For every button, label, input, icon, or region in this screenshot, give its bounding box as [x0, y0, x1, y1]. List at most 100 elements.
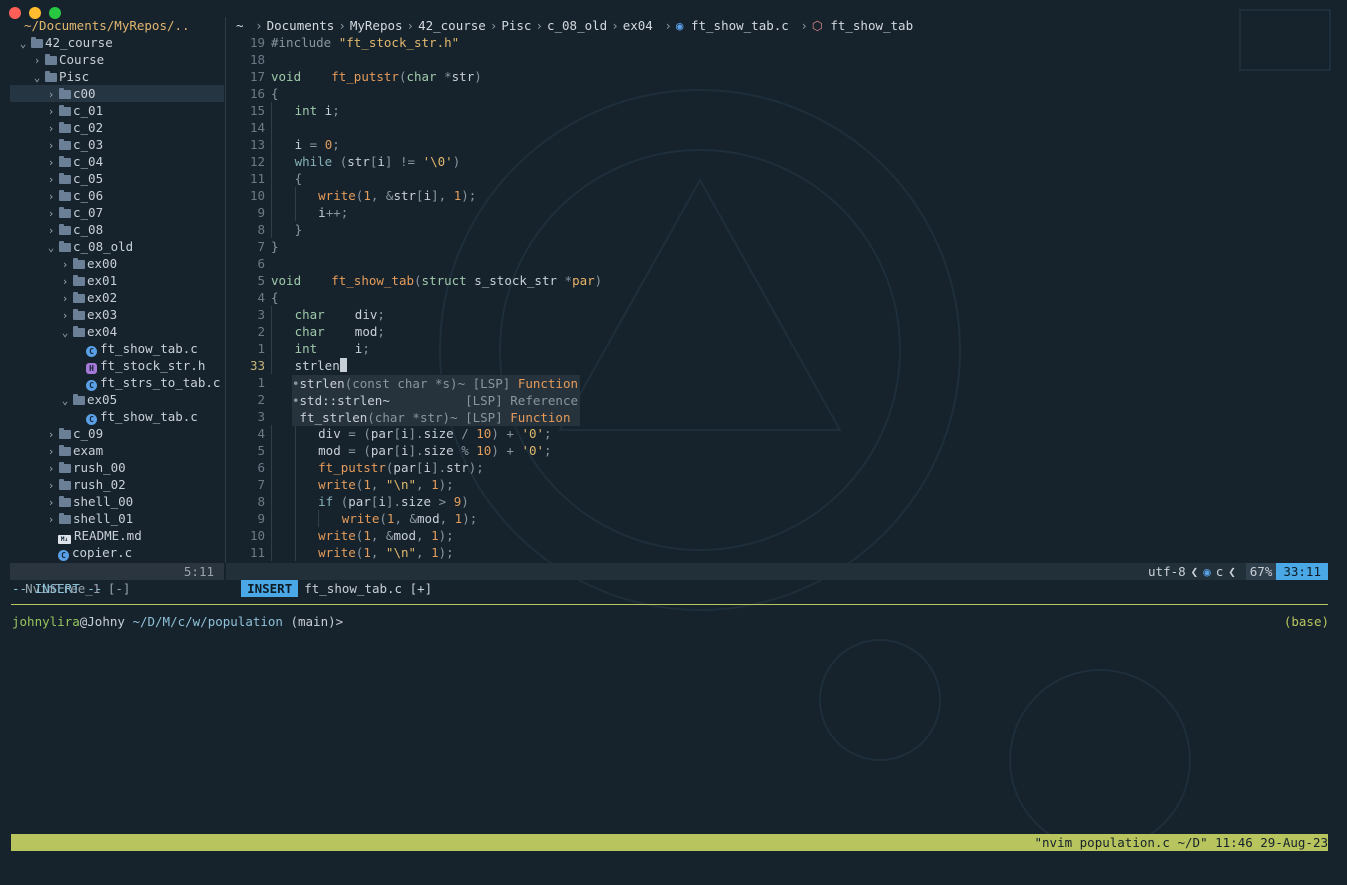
- tree-folder[interactable]: › exam: [10, 442, 224, 459]
- tree-folder[interactable]: › c_05: [10, 170, 224, 187]
- chevron-right-icon[interactable]: ›: [60, 307, 70, 324]
- tree-folder[interactable]: ⌄ Pisc: [10, 68, 224, 85]
- code-line: 10 write(1, &mod, 1);: [226, 527, 1336, 544]
- tree-file[interactable]: Hft_stock_str.h: [10, 357, 224, 374]
- folder-icon: [73, 394, 85, 405]
- completion-menu: •strlen(const char *s)~ [LSP] Function •s…: [292, 375, 580, 426]
- tree-file[interactable]: Cft_strs_to_tab.c: [10, 374, 224, 391]
- status-filename: ft_show_tab.c [+]: [304, 581, 433, 596]
- tree-folder[interactable]: › shell_01: [10, 510, 224, 527]
- chevron-down-icon[interactable]: ⌄: [60, 324, 70, 341]
- tree-folder[interactable]: ⌄ 42_course: [10, 34, 224, 51]
- chevron-right-icon[interactable]: ›: [60, 290, 70, 307]
- folder-icon: [73, 309, 85, 320]
- chevron-right-icon[interactable]: ›: [60, 256, 70, 273]
- completion-item[interactable]: ft_strlen(char *str)~ [LSP] Function: [292, 409, 580, 426]
- tree-folder[interactable]: ⌄ c_08_old: [10, 238, 224, 255]
- chevron-right-icon[interactable]: ›: [46, 171, 56, 188]
- chevron-down-icon[interactable]: ⌄: [18, 35, 28, 52]
- chevron-right-icon: ›: [338, 18, 346, 33]
- completion-item[interactable]: •std::strlen~ [LSP] Reference: [292, 392, 580, 409]
- folder-icon: [59, 513, 71, 524]
- breadcrumb-item[interactable]: MyRepos: [350, 18, 403, 33]
- tree-file[interactable]: Cft_show_tab.c: [10, 408, 224, 425]
- breadcrumb-symbol[interactable]: ft_show_tab: [830, 18, 913, 33]
- tree-folder[interactable]: › ex01: [10, 272, 224, 289]
- tree-folder[interactable]: › c_09: [10, 425, 224, 442]
- tree-folder[interactable]: › c_04: [10, 153, 224, 170]
- breadcrumb-item[interactable]: Pisc: [501, 18, 531, 33]
- chevron-right-icon[interactable]: ›: [60, 273, 70, 290]
- chevron-right-icon[interactable]: ›: [46, 511, 56, 528]
- tree-folder[interactable]: › ex03: [10, 306, 224, 323]
- chevron-right-icon: ›: [664, 18, 672, 33]
- breadcrumb-home[interactable]: ~: [236, 18, 244, 33]
- tree-file[interactable]: Ccopier.c: [10, 544, 224, 561]
- completion-item[interactable]: •strlen(const char *s)~ [LSP] Function: [292, 375, 580, 392]
- code-text: div = (par[i].size / 10) + '0';: [271, 425, 552, 442]
- chevron-right-icon[interactable]: ›: [46, 222, 56, 239]
- tree-folder[interactable]: › c00: [10, 85, 224, 102]
- code-line: 7}: [226, 238, 1336, 255]
- nvim-tree: ~/Documents/MyRepos/.. ⌄ 42_course › Course…: [10, 17, 224, 563]
- tree-folder[interactable]: › rush_00: [10, 459, 224, 476]
- chevron-down-icon[interactable]: ⌄: [32, 69, 42, 86]
- line-number: 6: [257, 460, 265, 475]
- code-editor[interactable]: 19 #include "ft_stock_str.h" 18 17 void ft_p…: [226, 34, 1336, 563]
- tree-folder[interactable]: › c_02: [10, 119, 224, 136]
- chevron-right-icon[interactable]: ›: [46, 137, 56, 154]
- tree-folder[interactable]: › ex02: [10, 289, 224, 306]
- folder-icon: [59, 224, 71, 235]
- breadcrumb-item[interactable]: 42_course: [418, 18, 486, 33]
- tree-folder[interactable]: › c_01: [10, 102, 224, 119]
- folder-icon: [59, 122, 71, 133]
- tree-folder[interactable]: › c_06: [10, 187, 224, 204]
- breadcrumb-item[interactable]: ex04: [623, 18, 653, 33]
- chevron-right-icon[interactable]: ›: [46, 205, 56, 222]
- tree-folder[interactable]: › Course: [10, 51, 224, 68]
- chevron-right-icon[interactable]: ›: [46, 188, 56, 205]
- chevron-right-icon[interactable]: ›: [46, 120, 56, 137]
- chevron-right-icon[interactable]: ›: [46, 154, 56, 171]
- folder-icon: [59, 479, 71, 490]
- chevron-right-icon[interactable]: ›: [46, 103, 56, 120]
- tree-folder[interactable]: › c_03: [10, 136, 224, 153]
- line-number: 2: [257, 392, 265, 407]
- chevron-right-icon: ›: [535, 18, 543, 33]
- chevron-right-icon[interactable]: ›: [46, 494, 56, 511]
- chevron-right-icon[interactable]: ›: [46, 426, 56, 443]
- tree-item-label: exam: [73, 443, 104, 458]
- tree-folder[interactable]: › c_07: [10, 204, 224, 221]
- tree-file[interactable]: Cft_show_tab.c: [10, 340, 224, 357]
- tree-folder[interactable]: › shell_00: [10, 493, 224, 510]
- tree-folder[interactable]: › c_08: [10, 221, 224, 238]
- tree-root-path[interactable]: ~/Documents/MyRepos/..: [10, 17, 224, 34]
- breadcrumb-item[interactable]: c_08_old: [547, 18, 607, 33]
- breadcrumb-item[interactable]: Documents: [267, 18, 335, 33]
- chevron-right-icon[interactable]: ›: [46, 460, 56, 477]
- tree-folder[interactable]: › rush_02: [10, 476, 224, 493]
- breadcrumb-file[interactable]: ft_show_tab.c: [691, 18, 789, 33]
- line-number: 7: [257, 239, 265, 254]
- shell-prompt[interactable]: johnylira@Johny ~/D/M/c/w/population (ma…: [12, 613, 343, 630]
- tree-folder[interactable]: › ex00: [10, 255, 224, 272]
- line-number: 8: [257, 494, 265, 509]
- tree-folder[interactable]: ⌄ ex05: [10, 391, 224, 408]
- tree-folder[interactable]: ⌄ ex04: [10, 323, 224, 340]
- chevron-right-icon[interactable]: ›: [46, 477, 56, 494]
- tmux-windows[interactable]: [NOVA] 0:fish 1:fish 2:nvim* 3:nvim- 4:f…: [26, 852, 365, 867]
- tree-item-label: Course: [59, 52, 105, 67]
- line-number: 14: [249, 120, 265, 135]
- cursor-position: 33:11: [1276, 563, 1328, 580]
- tree-item-label: c00: [73, 86, 96, 101]
- chevron-down-icon[interactable]: ⌄: [60, 392, 70, 409]
- chevron-right-icon[interactable]: ›: [46, 86, 56, 103]
- line-number: 8: [257, 222, 265, 237]
- chevron-down-icon[interactable]: ⌄: [46, 239, 56, 256]
- line-number: 9: [257, 511, 265, 526]
- chevron-right-icon[interactable]: ›: [46, 443, 56, 460]
- tree-item-label: c_08_old: [73, 239, 134, 254]
- folder-icon: [59, 428, 71, 439]
- tree-file[interactable]: M↓ README.md: [10, 527, 224, 544]
- chevron-right-icon[interactable]: ›: [32, 52, 42, 69]
